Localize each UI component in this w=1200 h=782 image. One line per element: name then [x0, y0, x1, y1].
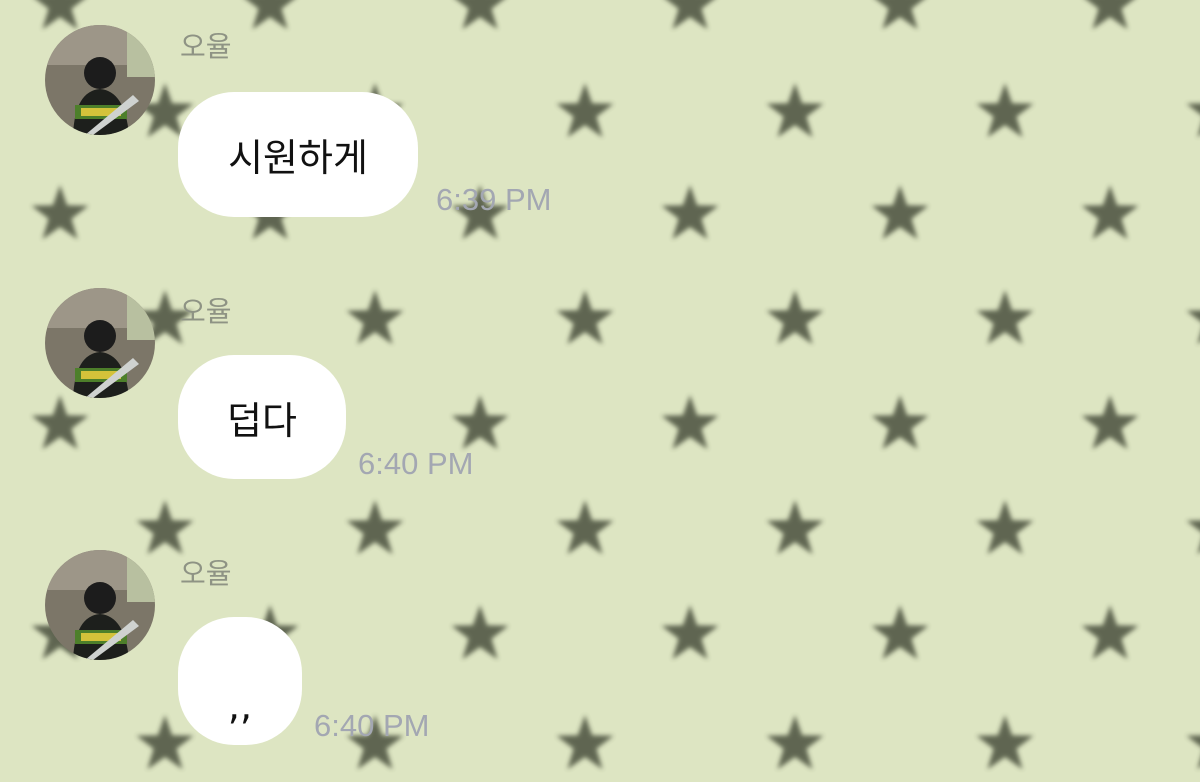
star-icon: [346, 290, 404, 345]
star-icon: [871, 605, 929, 660]
star-icon: [661, 185, 719, 240]
star-icon: [976, 500, 1034, 555]
star-icon: [136, 715, 194, 770]
avatar-photo-icon: [45, 550, 155, 660]
star-icon: [1081, 605, 1139, 660]
star-icon: [31, 0, 89, 30]
message-timestamp: 6:40 PM: [358, 446, 474, 481]
star-icon: [1186, 715, 1200, 770]
star-icon: [451, 605, 509, 660]
star-icon: [1081, 0, 1139, 30]
star-icon: [766, 83, 824, 138]
star-icon: [661, 0, 719, 30]
star-icon: [556, 715, 614, 770]
sender-name: 오율: [180, 557, 232, 590]
avatar-photo-icon: [45, 288, 155, 398]
star-icon: [31, 395, 89, 450]
star-icon: [136, 500, 194, 555]
message-bubble[interactable]: 덥다: [178, 355, 346, 479]
star-icon: [1186, 500, 1200, 555]
star-icon: [1081, 395, 1139, 450]
star-icon: [556, 500, 614, 555]
message-bubble[interactable]: 시원하게: [178, 92, 418, 217]
message-timestamp: 6:40 PM: [314, 708, 430, 743]
star-icon: [1186, 83, 1200, 138]
star-icon: [871, 185, 929, 240]
star-icon: [976, 715, 1034, 770]
star-icon: [661, 395, 719, 450]
sender-avatar[interactable]: [45, 25, 155, 135]
sender-name: 오율: [180, 30, 232, 63]
star-icon: [766, 715, 824, 770]
star-icon: [451, 0, 509, 30]
sender-avatar[interactable]: [45, 550, 155, 660]
sender-avatar[interactable]: [45, 288, 155, 398]
star-icon: [556, 290, 614, 345]
message-bubble[interactable]: ,,: [178, 617, 302, 745]
message-timestamp: 6:39 PM: [436, 182, 552, 217]
star-icon: [1186, 290, 1200, 345]
message-text: 시원하게: [228, 136, 368, 180]
star-icon: [1081, 185, 1139, 240]
star-icon: [871, 0, 929, 30]
star-icon: [451, 395, 509, 450]
star-icon: [31, 185, 89, 240]
star-icon: [976, 83, 1034, 138]
star-icon: [241, 0, 299, 30]
sender-name: 오율: [180, 295, 232, 328]
message-text: 덥다: [227, 398, 297, 443]
avatar-photo-icon: [45, 25, 155, 135]
message-text: ,,: [227, 684, 253, 728]
star-icon: [976, 290, 1034, 345]
star-icon: [766, 500, 824, 555]
star-icon: [871, 395, 929, 450]
star-icon: [556, 83, 614, 138]
star-icon: [766, 290, 824, 345]
star-icon: [346, 500, 404, 555]
star-icon: [661, 605, 719, 660]
